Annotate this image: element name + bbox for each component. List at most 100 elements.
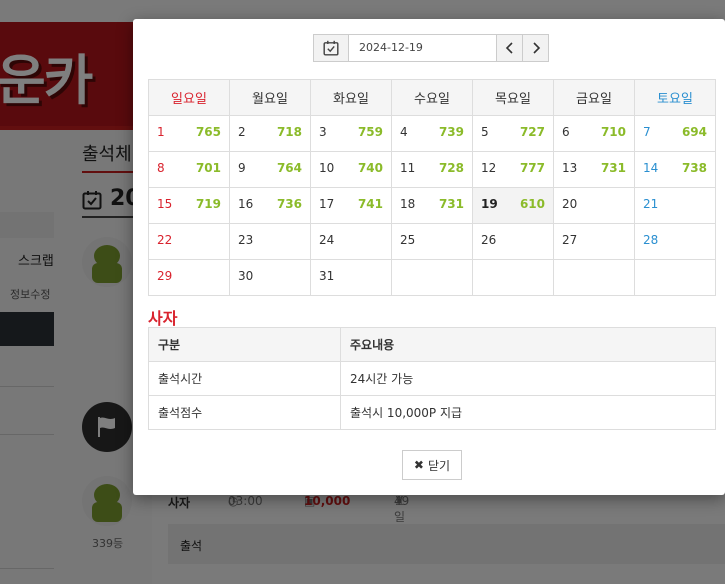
calendar-day-cell[interactable]: 6 710 <box>553 115 635 152</box>
calendar-day-cell[interactable]: 3 759 <box>310 115 392 152</box>
attendance-count: 736 <box>276 197 302 211</box>
calendar-day-cell[interactable]: 27 <box>553 223 635 260</box>
calendar-day-cell <box>391 259 473 296</box>
calendar-check-icon <box>323 40 339 56</box>
attendance-count: 610 <box>519 197 545 211</box>
day-number: 15 <box>157 197 173 211</box>
calendar-day-cell[interactable]: 23 <box>229 223 311 260</box>
info-table: 구분 주요내용 출석시간 24시간 가능 출석점수 출석시 10,000P 지급 <box>148 327 716 430</box>
calendar-button[interactable] <box>313 34 349 62</box>
info-cell: 출석시간 <box>148 361 341 396</box>
attendance-count: 764 <box>276 161 302 175</box>
calendar-day-cell[interactable]: 22 <box>148 223 230 260</box>
day-number: 22 <box>157 233 173 247</box>
attendance-count: 741 <box>357 197 383 211</box>
calendar-day-cell[interactable]: 2 718 <box>229 115 311 152</box>
day-number: 18 <box>400 197 416 211</box>
calendar-day-cell[interactable]: 14 738 <box>634 151 716 188</box>
day-number: 3 <box>319 125 327 139</box>
attendance-count: 738 <box>681 161 707 175</box>
day-number: 13 <box>562 161 578 175</box>
info-header-row: 구분 주요내용 <box>148 327 716 362</box>
prev-month-button[interactable] <box>497 34 523 62</box>
day-number: 11 <box>400 161 416 175</box>
calendar-week-row: 29 30 31 <box>148 259 716 296</box>
close-button[interactable]: ✖ 닫기 <box>402 450 462 480</box>
day-number: 29 <box>157 269 173 283</box>
calendar-day-cell[interactable]: 11 728 <box>391 151 473 188</box>
day-number: 24 <box>319 233 335 247</box>
info-cell: 출석시 10,000P 지급 <box>340 395 716 430</box>
day-number: 17 <box>319 197 335 211</box>
attendance-calendar: 일요일 월요일 화요일 수요일 목요일 금요일 토요일 1 765 2 718 3 759 4 739 5 7… <box>148 79 716 296</box>
calendar-day-cell[interactable]: 16 736 <box>229 187 311 224</box>
calendar-day-cell[interactable]: 18 731 <box>391 187 473 224</box>
info-header-cell: 주요내용 <box>340 327 716 362</box>
date-picker: 2024-12-19 <box>313 34 549 64</box>
close-label: 닫기 <box>427 458 451 473</box>
attendance-count: 718 <box>276 125 302 139</box>
calendar-day-cell[interactable]: 5 727 <box>472 115 554 152</box>
calendar-week-row: 15 719 16 736 17 741 18 731 19 610 20 21 <box>148 187 716 224</box>
calendar-day-cell[interactable]: 30 <box>229 259 311 296</box>
day-number: 7 <box>643 125 651 139</box>
info-row: 출석시간 24시간 가능 <box>148 361 716 396</box>
info-cell: 출석점수 <box>148 395 341 430</box>
attendance-count: 777 <box>519 161 545 175</box>
attendance-count: 731 <box>438 197 464 211</box>
attendance-count: 719 <box>195 197 221 211</box>
calendar-day-cell[interactable]: 10 740 <box>310 151 392 188</box>
calendar-day-cell[interactable]: 20 <box>553 187 635 224</box>
weekday-header: 화요일 <box>310 79 392 116</box>
calendar-day-cell[interactable]: 31 <box>310 259 392 296</box>
calendar-day-cell[interactable]: 17 741 <box>310 187 392 224</box>
next-month-button[interactable] <box>523 34 549 62</box>
calendar-day-cell[interactable]: 25 <box>391 223 473 260</box>
calendar-day-cell[interactable]: 12 777 <box>472 151 554 188</box>
day-number: 4 <box>400 125 408 139</box>
calendar-day-cell[interactable]: 26 <box>472 223 554 260</box>
info-row: 출석점수 출석시 10,000P 지급 <box>148 395 716 430</box>
date-input[interactable]: 2024-12-19 <box>349 34 497 62</box>
calendar-week-row: 8 701 9 764 10 740 11 728 12 777 13 731 14 738 <box>148 151 716 188</box>
weekday-header: 일요일 <box>148 79 230 116</box>
chevron-left-icon <box>505 42 513 54</box>
day-number: 10 <box>319 161 335 175</box>
calendar-day-cell[interactable]: 4 739 <box>391 115 473 152</box>
day-number: 1 <box>157 125 165 139</box>
calendar-day-cell[interactable]: 9 764 <box>229 151 311 188</box>
weekday-header: 토요일 <box>634 79 716 116</box>
calendar-day-cell[interactable]: 28 <box>634 223 716 260</box>
info-body: 출석시간 24시간 가능 출석점수 출석시 10,000P 지급 <box>148 361 716 430</box>
attendance-count: 731 <box>600 161 626 175</box>
calendar-week-row: 22 23 24 25 26 27 28 <box>148 223 716 260</box>
day-number: 8 <box>157 161 165 175</box>
calendar-day-cell[interactable]: 15 719 <box>148 187 230 224</box>
weekday-header: 목요일 <box>472 79 554 116</box>
calendar-day-cell[interactable]: 8 701 <box>148 151 230 188</box>
calendar-week-row: 1 765 2 718 3 759 4 739 5 727 6 710 7 694 <box>148 115 716 152</box>
day-number: 14 <box>643 161 659 175</box>
calendar-day-cell[interactable]: 1 765 <box>148 115 230 152</box>
attendance-count: 694 <box>681 125 707 139</box>
calendar-day-cell[interactable]: 13 731 <box>553 151 635 188</box>
calendar-day-cell <box>472 259 554 296</box>
section-title: 사자 <box>148 309 178 328</box>
calendar-day-cell[interactable]: 29 <box>148 259 230 296</box>
calendar-day-cell[interactable]: 21 <box>634 187 716 224</box>
day-number: 12 <box>481 161 497 175</box>
calendar-day-cell[interactable]: 7 694 <box>634 115 716 152</box>
calendar-day-cell[interactable]: 19 610 <box>472 187 554 224</box>
weekday-header: 월요일 <box>229 79 311 116</box>
day-number: 19 <box>481 197 498 211</box>
info-header-cell: 구분 <box>148 327 341 362</box>
close-icon: ✖ <box>413 458 424 472</box>
calendar-day-cell <box>634 259 716 296</box>
day-number: 16 <box>238 197 254 211</box>
chevron-right-icon <box>532 42 540 54</box>
day-number: 25 <box>400 233 416 247</box>
calendar-day-cell[interactable]: 24 <box>310 223 392 260</box>
attendance-count: 701 <box>195 161 221 175</box>
day-number: 21 <box>643 197 659 211</box>
attendance-count: 765 <box>195 125 221 139</box>
